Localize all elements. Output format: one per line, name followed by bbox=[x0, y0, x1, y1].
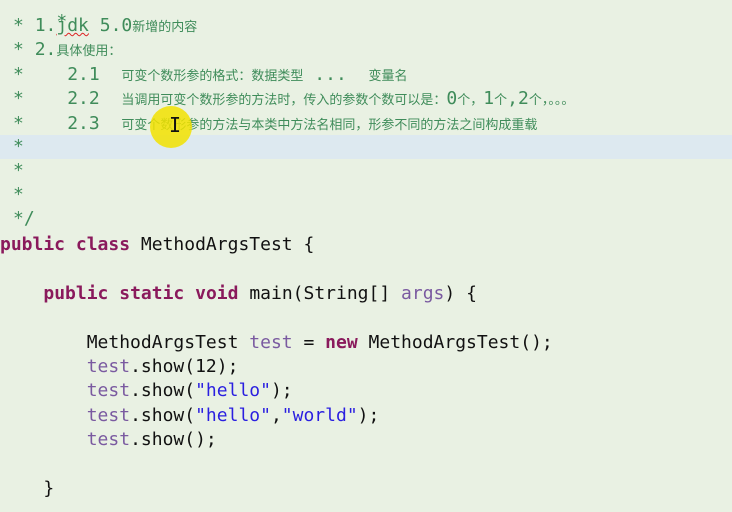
assign-operator: = bbox=[303, 332, 315, 353]
comment-text: 具体使用： bbox=[56, 44, 122, 59]
comment-star: * bbox=[13, 184, 24, 205]
string-literal: "hello" bbox=[195, 405, 271, 426]
call-line-2: test.show("hello"); bbox=[0, 379, 732, 403]
decl-variable: test bbox=[249, 332, 293, 353]
comment-text: 新增的内容 bbox=[132, 20, 198, 35]
main-signature-end: ) { bbox=[444, 283, 477, 304]
keyword-public: public bbox=[43, 283, 109, 304]
call-method: .show( bbox=[130, 380, 196, 401]
call-object: test bbox=[86, 405, 131, 426]
call-method: .show(12); bbox=[130, 356, 239, 377]
call-object: test bbox=[86, 380, 131, 401]
keyword-class: class bbox=[75, 234, 131, 255]
comment-number: 1. bbox=[34, 15, 57, 36]
comment-star: * bbox=[13, 160, 24, 181]
comment-line-8: * bbox=[0, 183, 732, 207]
comment-number: 1 bbox=[483, 88, 495, 109]
call-end: ); bbox=[270, 380, 293, 401]
comment-star: * bbox=[13, 15, 24, 36]
keyword-new: new bbox=[325, 332, 358, 353]
comment-line-3: * 2.1 可变个数形参的格式：数据类型 ... 变量名 bbox=[0, 63, 732, 87]
class-declaration-line: public class MethodArgsTest { bbox=[0, 233, 732, 257]
comment-line-5: * 2.3 可变个数形参的方法与本类中方法名相同，形参不同的方法之间构成重载 bbox=[0, 112, 732, 136]
keyword-void: void bbox=[195, 283, 239, 304]
comment-line-4: * 2.2 当调用可变个数形参的方法时，传入的参数个数可以是：0个，1个,2个，… bbox=[0, 87, 732, 111]
comment-number: ,2 bbox=[507, 88, 529, 109]
comment-text: 变量名 bbox=[368, 69, 408, 84]
comment-number: 0 bbox=[446, 88, 458, 109]
comment-jdk-misspelled: jdk bbox=[56, 15, 89, 36]
call-line-3: test.show("hello","world"); bbox=[0, 404, 732, 428]
code-editor[interactable]: * * 1.jdk 5.0新增的内容 * 2.具体使用： * 2.1 可变个数形… bbox=[0, 0, 732, 512]
comment-text: 个， bbox=[457, 93, 484, 108]
call-line-4: test.show(); bbox=[0, 428, 732, 452]
comment-number: 2.1 bbox=[67, 64, 100, 85]
call-line-1: test.show(12); bbox=[0, 355, 732, 379]
main-method-line: public static void main(String[] args) { bbox=[0, 282, 732, 306]
comment-line-7: * bbox=[0, 159, 732, 183]
comment-close: */ bbox=[13, 208, 35, 229]
main-signature: main(String[] bbox=[249, 283, 391, 304]
comment-star: * bbox=[13, 88, 24, 109]
string-literal: "hello" bbox=[195, 380, 271, 401]
class-name: MethodArgsTest bbox=[140, 234, 293, 255]
brace-close: } bbox=[43, 478, 55, 499]
declaration-line: MethodArgsTest test = new MethodArgsTest… bbox=[0, 331, 732, 355]
comment-star: * bbox=[13, 39, 24, 60]
call-object: test bbox=[86, 356, 131, 377]
comment-close-line: */ bbox=[0, 207, 732, 231]
string-literal: "world" bbox=[281, 405, 358, 426]
param-args: args bbox=[401, 283, 445, 304]
comment-star: * bbox=[13, 64, 24, 85]
comma: , bbox=[270, 405, 282, 426]
comment-text: 个 bbox=[494, 93, 508, 108]
constructor-call: MethodArgsTest(); bbox=[368, 332, 553, 353]
comment-number: 2.2 bbox=[67, 88, 100, 109]
comment-text: 个，。。。 bbox=[528, 93, 575, 108]
comment-line-2: * 2.具体使用： bbox=[0, 38, 732, 62]
brace-open: { bbox=[303, 234, 315, 255]
keyword-public: public bbox=[0, 234, 66, 255]
current-line[interactable]: * bbox=[0, 135, 732, 159]
call-end: ); bbox=[357, 405, 380, 426]
comment-star: * bbox=[13, 136, 24, 157]
comment-text: 可变个数形参的格式：数据类型 bbox=[121, 69, 304, 84]
comment-number: 2.3 bbox=[67, 113, 100, 134]
call-object: test bbox=[86, 429, 131, 450]
method-close-line: } bbox=[0, 477, 732, 501]
comment-line-1: * 1.jdk 5.0新增的内容 bbox=[0, 14, 732, 38]
call-method: .show(); bbox=[130, 429, 217, 450]
text-cursor-icon: I bbox=[169, 114, 181, 136]
comment-version: 5.0 bbox=[88, 15, 133, 36]
keyword-static: static bbox=[119, 283, 185, 304]
call-method: .show( bbox=[130, 405, 196, 426]
decl-type: MethodArgsTest bbox=[86, 332, 239, 353]
comment-line: * bbox=[0, 0, 732, 32]
comment-number: 2. bbox=[34, 39, 57, 60]
comment-ellipsis: ... bbox=[314, 64, 347, 85]
comment-star: * bbox=[13, 113, 24, 134]
